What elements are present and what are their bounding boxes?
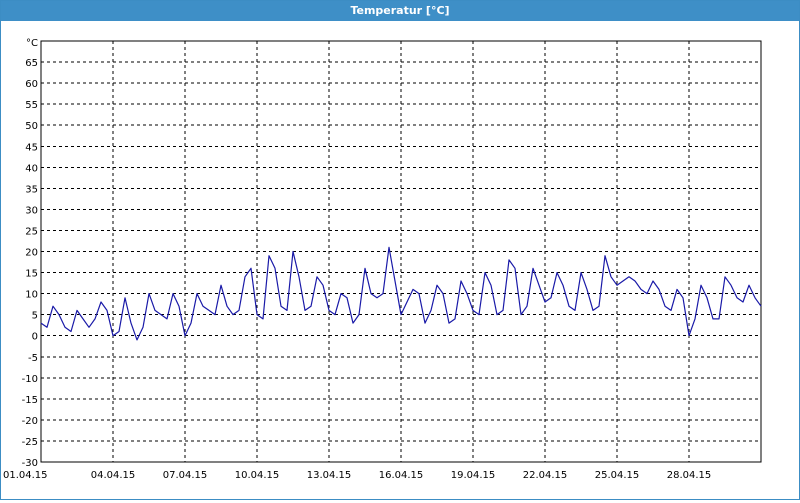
- y-tick-label: 15: [25, 269, 38, 280]
- chart-window: Temperatur [°C] -30 -25 -20 -15 -10 -5 0 5 10 15 2…: [0, 0, 800, 500]
- x-tick-label: 19.04.15: [451, 470, 496, 481]
- chart-area: -30 -25 -20 -15 -10 -5 0 5 10 15 20 25 30 35 40 45 50 55 6…: [1, 21, 799, 499]
- x-tick-label: 22.04.15: [523, 470, 568, 481]
- y-tick-label: -15: [22, 395, 38, 406]
- y-tick-label: -30: [22, 458, 38, 469]
- y-tick-label: 0: [32, 332, 38, 343]
- y-tick-label: 30: [25, 205, 38, 216]
- y-tick-label: 50: [25, 121, 38, 132]
- y-tick-label: 45: [25, 142, 38, 153]
- y-tick-label: 60: [25, 79, 38, 90]
- y-tick-label: 5: [32, 311, 38, 322]
- x-tick-label: 25.04.15: [595, 470, 640, 481]
- y-tick-label: 65: [25, 58, 38, 69]
- y-tick-label: -5: [28, 353, 38, 364]
- y-tick-label: 35: [25, 184, 38, 195]
- y-tick-label: 20: [25, 248, 38, 259]
- x-tick-label: 16.04.15: [379, 470, 424, 481]
- y-tick-label: 55: [25, 100, 38, 111]
- x-tick-label: 28.04.15: [667, 470, 712, 481]
- x-tick-label: 13.04.15: [307, 470, 352, 481]
- y-axis-unit-label: °C: [26, 38, 38, 49]
- x-tick-label: 10.04.15: [235, 470, 280, 481]
- window-title: Temperatur [°C]: [1, 1, 799, 21]
- y-tick-label: 40: [25, 163, 38, 174]
- x-tick-label: 04.04.15: [91, 470, 136, 481]
- temperature-chart: -30 -25 -20 -15 -10 -5 0 5 10 15 20 25 30 35 40 45 50 55 6…: [3, 38, 762, 481]
- y-tick-label: -25: [22, 437, 38, 448]
- x-tick-label: 07.04.15: [163, 470, 208, 481]
- x-tick-label: 01.04.15: [3, 470, 48, 481]
- y-tick-label: 25: [25, 226, 38, 237]
- y-tick-label: -20: [22, 416, 38, 427]
- y-tick-label: 10: [25, 290, 38, 301]
- y-tick-label: -10: [22, 374, 38, 385]
